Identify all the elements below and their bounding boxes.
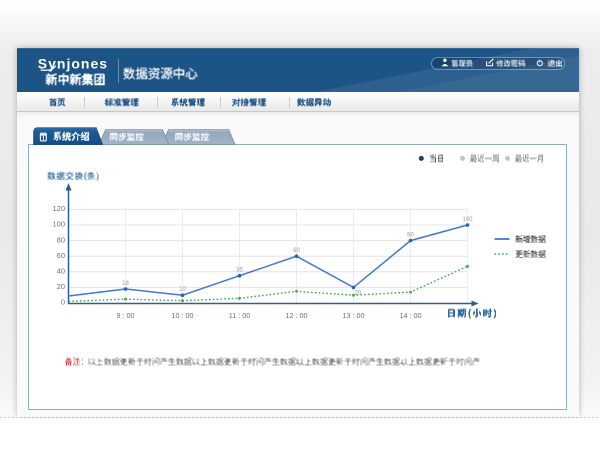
svg-text:10 : 00: 10 : 00 <box>172 311 194 320</box>
svg-text:13 : 00: 13 : 00 <box>343 311 365 320</box>
svg-text:80: 80 <box>57 235 65 244</box>
svg-text:35: 35 <box>236 268 243 274</box>
svg-text:14 : 00: 14 : 00 <box>400 311 422 320</box>
svg-text:20: 20 <box>57 282 65 291</box>
svg-text:100: 100 <box>462 217 473 223</box>
svg-text:12 : 00: 12 : 00 <box>286 311 308 320</box>
svg-text:120: 120 <box>52 204 65 213</box>
svg-text:10: 10 <box>179 287 186 293</box>
svg-text:60: 60 <box>293 248 300 254</box>
svg-text:18: 18 <box>122 281 129 287</box>
svg-text:9 : 00: 9 : 00 <box>117 311 135 320</box>
svg-text:60: 60 <box>57 251 65 260</box>
svg-text:100: 100 <box>52 220 65 229</box>
svg-text:80: 80 <box>407 233 414 239</box>
svg-text:11 : 00: 11 : 00 <box>229 311 250 320</box>
svg-text:20: 20 <box>355 290 362 296</box>
svg-text:40: 40 <box>57 267 65 276</box>
svg-text:0: 0 <box>61 298 65 307</box>
svg-text:Synjones: Synjones <box>38 56 108 72</box>
